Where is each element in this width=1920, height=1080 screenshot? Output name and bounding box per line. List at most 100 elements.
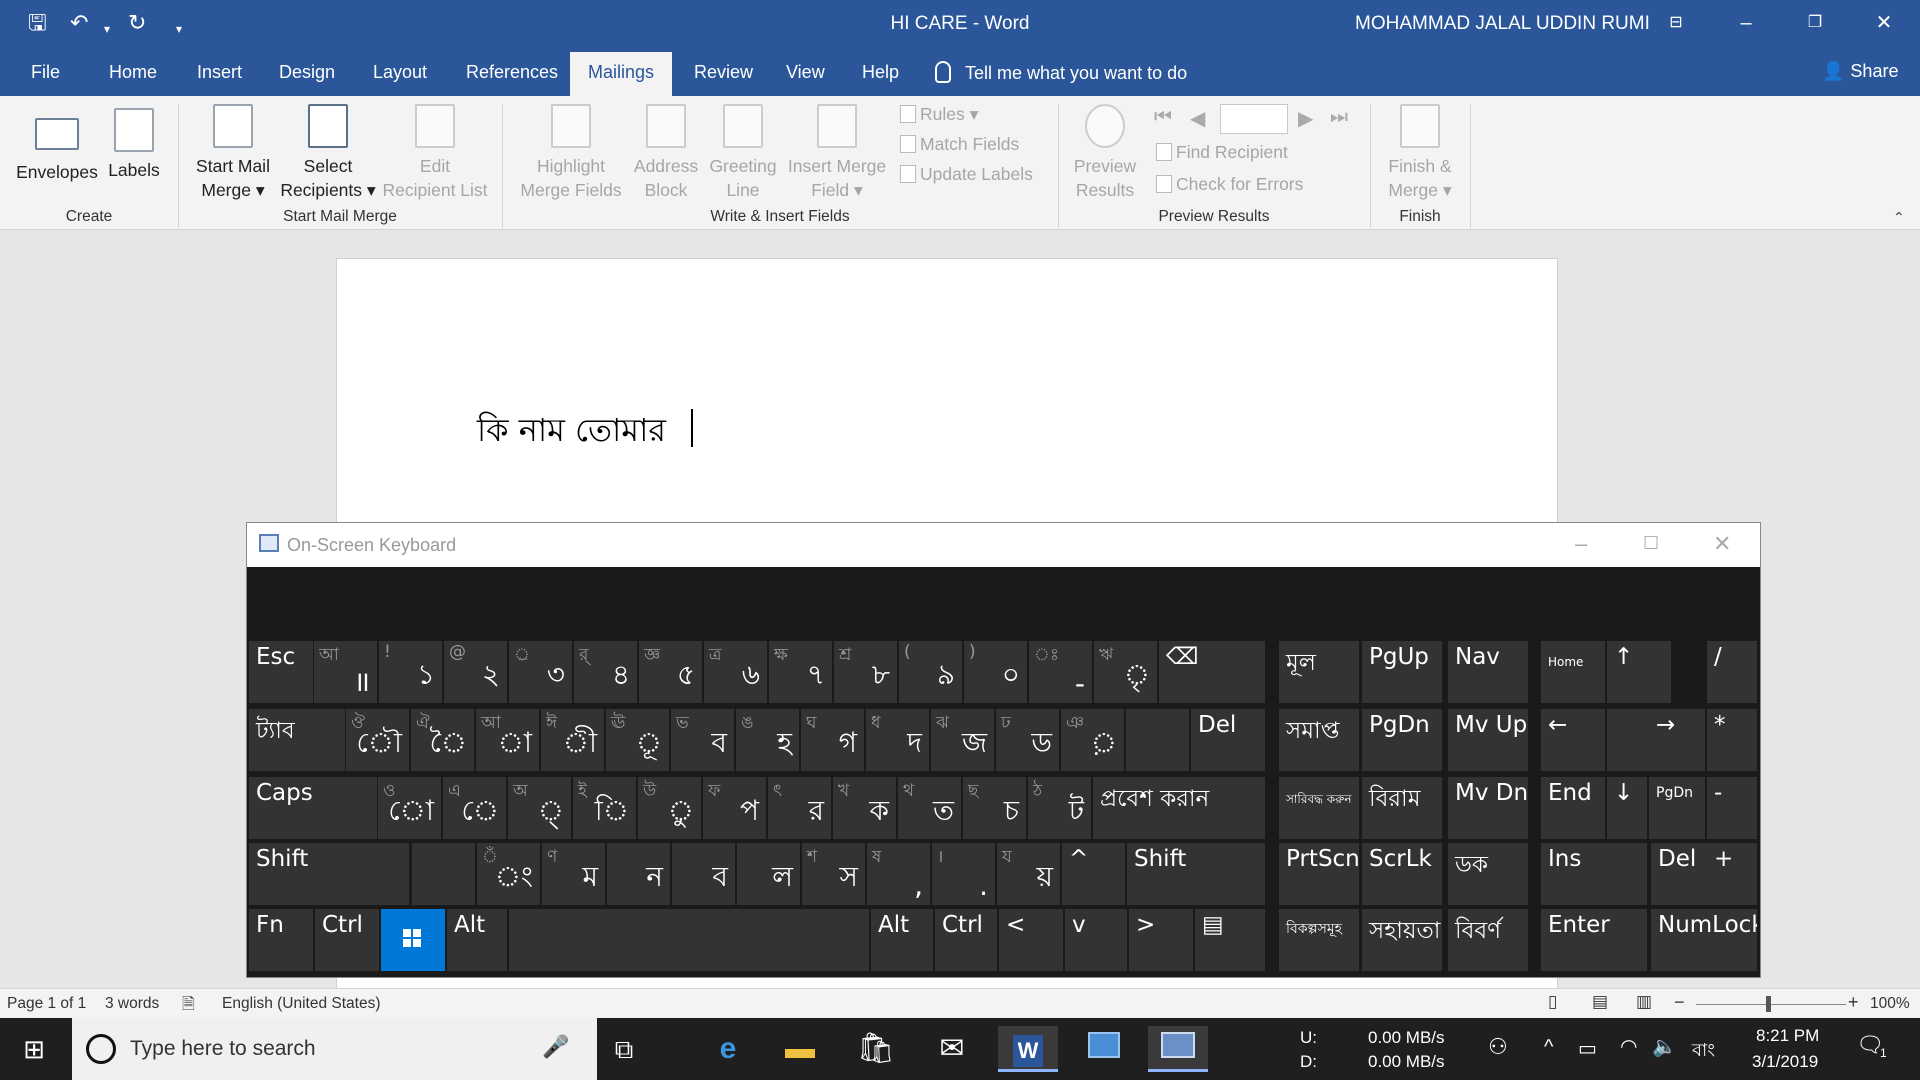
people-icon[interactable]: ⚇	[1488, 1034, 1508, 1060]
undo-icon[interactable]: ↶	[70, 10, 88, 36]
key-right[interactable]: >	[1129, 909, 1193, 971]
word-count[interactable]: 3 words	[105, 995, 159, 1013]
key-home[interactable]: Home	[1541, 641, 1605, 703]
key-x[interactable]: ণম	[542, 843, 605, 905]
key-nav[interactable]: Nav	[1448, 641, 1528, 703]
find-recipient-button[interactable]: Find Recipient	[1156, 142, 1288, 163]
tab-design[interactable]: Design	[279, 62, 335, 83]
key-m[interactable]: ষ,	[867, 843, 930, 905]
customize-quick-access-icon[interactable]: ▾	[176, 16, 182, 42]
language[interactable]: English (United States)	[222, 995, 381, 1013]
key-move-up[interactable]: Mv Up	[1448, 709, 1528, 771]
user-name[interactable]: MOHAMMAD JALAL UDDIN RUMI	[1355, 13, 1650, 35]
show-hidden-icons-chevron-icon[interactable]: ^	[1544, 1036, 1553, 1059]
key-right-arrow[interactable]: →	[1649, 709, 1705, 771]
word-app-icon[interactable]: W	[998, 1026, 1058, 1072]
envelopes-button[interactable]: Envelopes	[16, 108, 98, 184]
key-esc[interactable]: Esc	[249, 641, 313, 703]
key-k[interactable]: খক	[833, 777, 896, 839]
zoom-out-icon[interactable]: −	[1674, 992, 1685, 1013]
edge-browser-icon[interactable]: e	[698, 1026, 758, 1072]
key-3[interactable]: ্র ৩	[509, 641, 572, 703]
key-options[interactable]: বিকল্পসমূহ	[1279, 909, 1359, 971]
zoom-slider[interactable]	[1696, 1004, 1846, 1005]
key-p[interactable]: ঝজ	[931, 709, 994, 771]
clock-time[interactable]: 8:21 PM	[1756, 1026, 1819, 1046]
microphone-icon[interactable]: 🎤	[542, 1034, 569, 1060]
key-period[interactable]: য য়	[997, 843, 1060, 905]
key-numlock[interactable]: NumLock	[1651, 909, 1757, 971]
key-shift-left[interactable]: Shift	[249, 843, 409, 905]
osk-maximize-button[interactable]: ☐	[1643, 533, 1659, 554]
key-backspace[interactable]: ⌫	[1159, 641, 1265, 703]
key-divide[interactable]: /	[1707, 641, 1757, 703]
tab-home[interactable]: Home	[109, 62, 157, 83]
key-pgdn[interactable]: PgDn	[1362, 709, 1442, 771]
key-ctrl-right[interactable]: Ctrl	[935, 909, 997, 971]
tab-help[interactable]: Help	[862, 62, 899, 83]
key-o[interactable]: ধদ	[866, 709, 929, 771]
key-alt-right[interactable]: Alt	[871, 909, 933, 971]
key-z[interactable]: ঁং	[477, 843, 540, 905]
zoom-level[interactable]: 100%	[1870, 995, 1910, 1013]
key-2[interactable]: @২	[444, 641, 507, 703]
select-recipients-button[interactable]: Select Recipients ▾	[280, 104, 376, 202]
osk-close-button[interactable]: ✕	[1713, 531, 1731, 557]
key-up[interactable]: ^	[1062, 843, 1125, 905]
osk-taskbar-icon[interactable]	[1148, 1026, 1208, 1072]
collapse-ribbon-icon[interactable]: ⌃	[1893, 209, 1905, 226]
rules-button[interactable]: Rules ▾	[900, 104, 978, 125]
key-extra[interactable]	[412, 843, 475, 905]
store-icon[interactable]: 🛍	[846, 1026, 906, 1072]
read-mode-icon[interactable]: ▯	[1548, 992, 1557, 1012]
key-ins[interactable]: Ins	[1541, 843, 1647, 905]
key-comma[interactable]: ।.	[932, 843, 995, 905]
key-backslash[interactable]	[1126, 709, 1189, 771]
key-quote[interactable]: ঠট	[1028, 777, 1091, 839]
edit-recipient-list-button[interactable]: Edit Recipient List	[380, 104, 490, 202]
on-screen-keyboard-window[interactable]: On-Screen Keyboard – ☐ ✕ Esc আ ॥! ১ @২্র ৩ র্ ৪…	[246, 522, 1761, 978]
key-v[interactable]: ব	[672, 843, 735, 905]
key-a[interactable]: ওো	[378, 777, 441, 839]
key-fn[interactable]: Fn	[249, 909, 313, 971]
check-errors-button[interactable]: Check for Errors	[1156, 174, 1303, 195]
key-down[interactable]: v	[1065, 909, 1127, 971]
key-end-main[interactable]: সমাপ্ত	[1279, 709, 1359, 771]
restore-button[interactable]: ❐	[1793, 8, 1837, 38]
tab-mailings[interactable]: Mailings	[570, 52, 673, 96]
key-enter-numpad[interactable]: Enter	[1541, 909, 1647, 971]
print-layout-icon[interactable]: ▤	[1592, 992, 1608, 1012]
key-space[interactable]	[509, 909, 869, 971]
key-9[interactable]: (৯	[899, 641, 962, 703]
wifi-icon[interactable]: ◠	[1620, 1034, 1637, 1059]
control-panel-icon[interactable]	[1074, 1026, 1134, 1072]
key-menu[interactable]: ▤	[1195, 909, 1265, 971]
key-shift-right[interactable]: Shift	[1127, 843, 1265, 905]
key-n[interactable]: শস	[802, 843, 865, 905]
close-button[interactable]: ✕	[1862, 8, 1906, 38]
key-d[interactable]: অ্	[508, 777, 571, 839]
key-enter[interactable]: প্রবেশ করান	[1093, 777, 1265, 839]
share-button[interactable]: 👤 Share	[1822, 61, 1898, 82]
start-mail-merge-button[interactable]: Start Mail Merge ▾	[190, 104, 276, 202]
key-semicolon[interactable]: ছচ	[963, 777, 1026, 839]
key-caps[interactable]: Caps	[249, 777, 377, 839]
key-ctrl-left[interactable]: Ctrl	[315, 909, 379, 971]
key-down-arrow[interactable]: ↓	[1607, 777, 1647, 839]
key-f[interactable]: ইি	[573, 777, 636, 839]
key-del[interactable]: Del	[1191, 709, 1265, 771]
key-e[interactable]: আা	[476, 709, 539, 771]
finish-merge-button[interactable]: Finish & Merge ▾	[1380, 104, 1460, 202]
input-language[interactable]: বাং	[1692, 1036, 1715, 1067]
key-equals[interactable]: ঋৃ	[1094, 641, 1157, 703]
key-pgup[interactable]: PgUp	[1362, 641, 1442, 703]
highlight-merge-fields-button[interactable]: Highlight Merge Fields	[514, 104, 628, 202]
insert-merge-field-button[interactable]: Insert Merge Field ▾	[782, 104, 892, 202]
key-minus[interactable]: ঃ -	[1029, 641, 1092, 703]
labels-button[interactable]: Labels	[104, 108, 164, 182]
tab-view[interactable]: View	[786, 62, 825, 83]
osk-titlebar[interactable]: On-Screen Keyboard – ☐ ✕	[247, 523, 1760, 567]
update-labels-button[interactable]: Update Labels	[900, 164, 1033, 185]
volume-icon[interactable]: 🔈	[1652, 1034, 1677, 1059]
key-align[interactable]: সারিবদ্ধ করুন	[1279, 777, 1359, 839]
